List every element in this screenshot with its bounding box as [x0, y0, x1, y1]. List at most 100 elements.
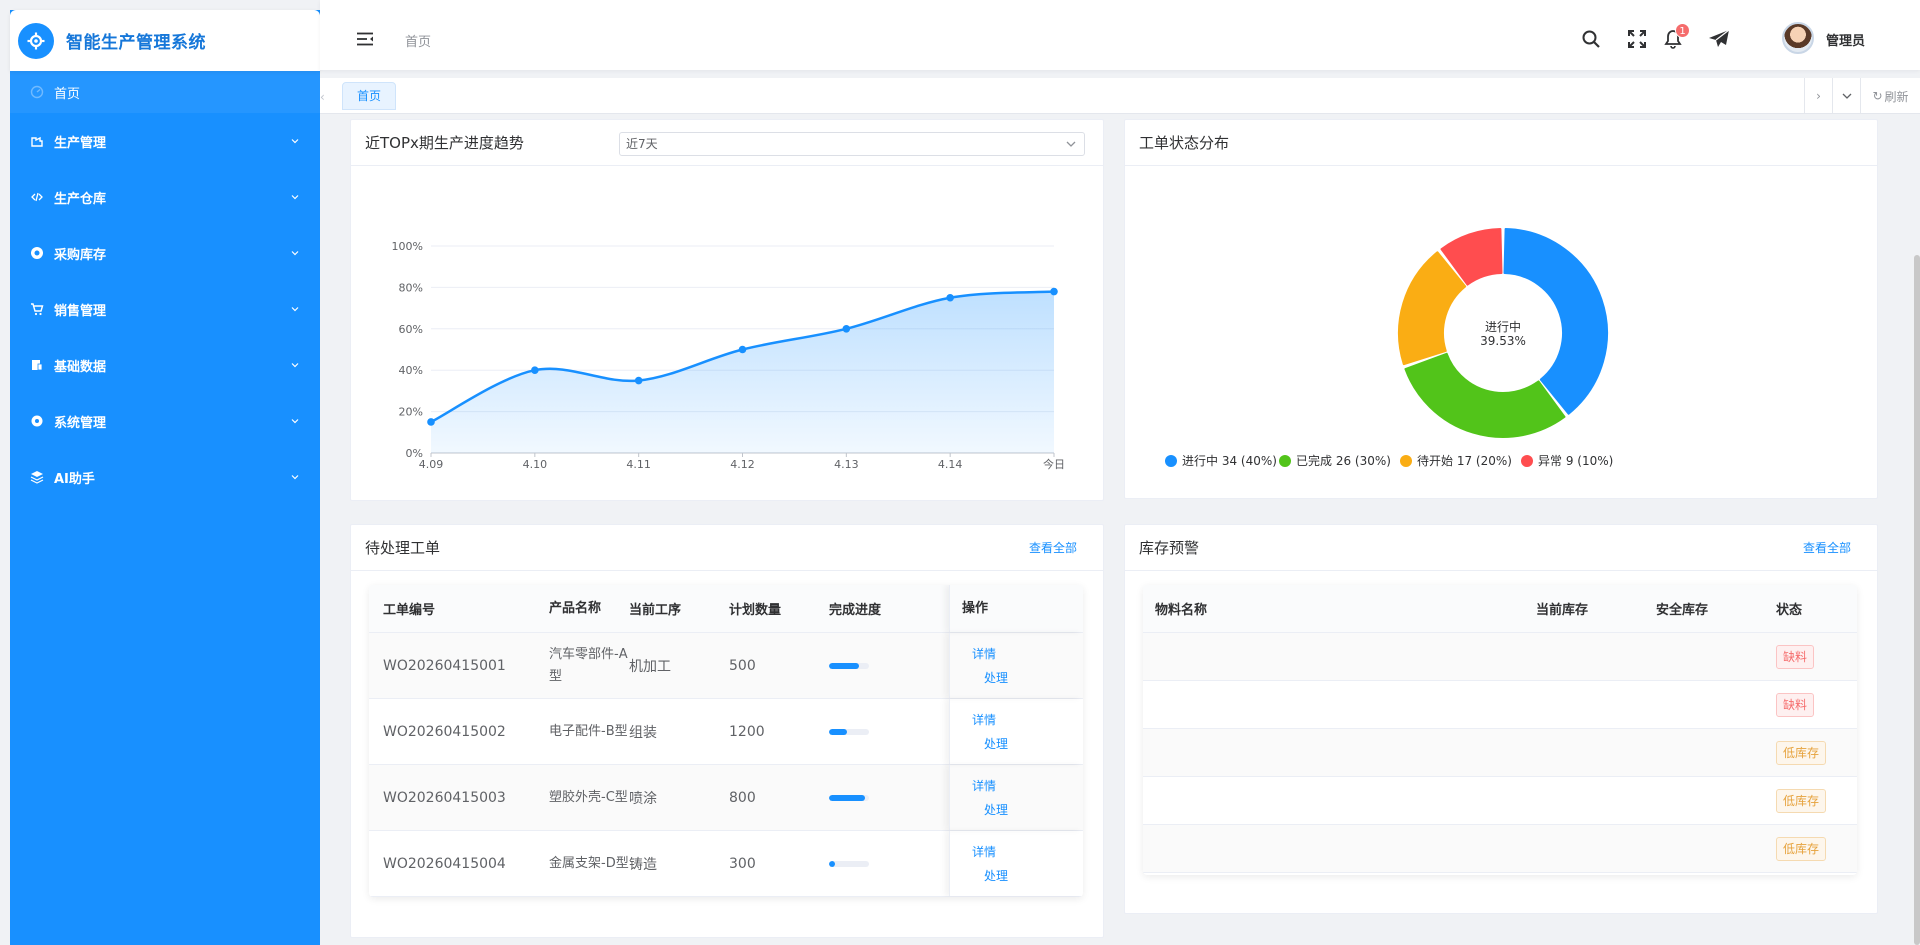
progress-bar	[829, 794, 869, 801]
trend-chart: 0%20%40%60%80%100%4.09 4.10 4.11 4.12 4.13 4.…	[392, 240, 1065, 471]
detail-link[interactable]: 详情	[972, 642, 1083, 666]
chevron-down-icon	[290, 192, 300, 202]
tab-scroll-left-icon[interactable]: ‹	[320, 90, 325, 104]
bell-icon[interactable]: 1	[1662, 23, 1690, 50]
dashboard-icon	[30, 85, 44, 99]
donut-center-value: 39.53%	[1480, 334, 1526, 348]
data-point[interactable]	[842, 325, 851, 333]
tab-bar: ‹ 首页 › ↻ 刷新	[320, 78, 1920, 114]
sidebar-item-ai[interactable]: AI助手	[10, 449, 320, 505]
detail-link[interactable]: 详情	[972, 774, 1083, 798]
legend-item[interactable]: 已完成 26 (30%)	[1279, 453, 1391, 468]
data-point[interactable]	[634, 376, 643, 385]
sidebar-item-system[interactable]: 系统管理	[10, 393, 320, 449]
refresh-button[interactable]: ↻ 刷新	[1860, 78, 1920, 114]
progress-fill	[829, 662, 859, 669]
sidebar-item-label: 系统管理	[54, 415, 107, 431]
product-name: 汽车零部件-A型	[549, 646, 628, 684]
sidebar-item-basedata[interactable]: 基础数据	[10, 337, 320, 393]
sidebar-item-warehouse[interactable]: 生产仓库	[10, 169, 320, 225]
search-icon[interactable]	[1580, 28, 1602, 50]
column-header[interactable]: 操作	[949, 585, 1083, 632]
column-header[interactable]: 完成进度	[829, 599, 949, 618]
breadcrumb[interactable]: 首页	[405, 31, 431, 50]
chevron-down-icon	[290, 360, 300, 370]
send-icon[interactable]	[1708, 28, 1730, 50]
fullscreen-icon[interactable]	[1626, 28, 1648, 50]
data-point[interactable]	[427, 418, 435, 426]
chrome-icon	[30, 246, 44, 260]
legend-swatch	[1165, 455, 1177, 467]
progress-bar	[829, 860, 869, 867]
table-row: WO20260415004 金属支架-D型 铸造 300 详情 处理	[369, 831, 1083, 897]
product-name: 金属支架-D型	[549, 855, 629, 871]
data-point[interactable]	[1050, 287, 1058, 296]
factory-icon	[30, 134, 44, 148]
trend-card: 近TOPx期生产进度趋势 近7天 0% 20% 40% 60% 80% 100% 4.09 4…	[350, 119, 1104, 501]
chevron-down-icon	[290, 304, 300, 314]
progress-fill	[829, 794, 865, 801]
table-header: 工单编号 产品名称 当前工序 计划数量 完成进度 操作	[369, 585, 1083, 633]
avatar[interactable]	[1782, 22, 1814, 54]
robot-icon	[30, 470, 44, 484]
tab-dropdown-icon[interactable]	[1832, 78, 1860, 114]
pie-slice[interactable]	[1404, 352, 1566, 438]
sidebar: 智能生产管理系统 首页 生产管理 生产仓库 采购库存 销售管理 基础数据 系统管…	[10, 10, 320, 945]
detail-link[interactable]: 详情	[972, 840, 1083, 864]
legend-label: 进行中 34 (40%)	[1182, 453, 1277, 468]
current-process: 铸造	[629, 856, 657, 873]
page-scrollbar[interactable]	[1914, 255, 1920, 945]
legend-label: 异常 9 (10%)	[1538, 454, 1613, 468]
handle-link[interactable]: 处理	[972, 798, 1083, 822]
sidebar-item-purchase[interactable]: 采购库存	[10, 225, 320, 281]
handle-link[interactable]: 处理	[972, 864, 1083, 888]
logo-bar: 智能生产管理系统	[10, 10, 320, 71]
column-header[interactable]: 状态	[1776, 599, 1856, 618]
range-select[interactable]: 近7天	[619, 132, 1085, 156]
column-header[interactable]: 工单编号	[369, 599, 549, 618]
column-header[interactable]: 当前库存	[1536, 599, 1656, 618]
legend-swatch	[1521, 455, 1533, 467]
handle-link[interactable]: 处理	[972, 666, 1083, 690]
handle-link[interactable]: 处理	[972, 732, 1083, 756]
username[interactable]: 管理员	[1826, 30, 1865, 49]
sidebar-item-sales[interactable]: 销售管理	[10, 281, 320, 337]
legend-item[interactable]: 待开始 17 (20%)	[1400, 454, 1512, 468]
legend-item[interactable]: 异常 9 (10%)	[1521, 454, 1613, 468]
tab-home[interactable]: 首页	[342, 82, 397, 110]
table-header: 物料名称 当前库存 安全库存 状态	[1143, 585, 1857, 633]
sidebar-item-home[interactable]: 首页	[10, 71, 320, 113]
menu-collapse-icon[interactable]	[356, 31, 374, 46]
status-chart: 进行中39.53% 进行中 34 (40%) 已完成 26 (30%) 待开始 17 …	[1165, 228, 1613, 468]
pending-card-header: 待处理工单 查看全部	[351, 525, 1103, 571]
trend-card-title: 近TOPx期生产进度趋势	[365, 134, 524, 152]
data-point[interactable]	[738, 345, 747, 354]
data-point[interactable]	[946, 293, 954, 302]
inventory-view-all-link[interactable]: 查看全部	[1803, 539, 1851, 556]
sidebar-item-label: 生产管理	[54, 135, 107, 151]
tab-scroll-right-icon[interactable]: ›	[1804, 78, 1832, 114]
column-header[interactable]: 计划数量	[729, 599, 829, 618]
pending-view-all-link[interactable]: 查看全部	[1029, 539, 1077, 556]
legend-swatch	[1279, 455, 1291, 467]
chevron-down-icon	[290, 136, 300, 146]
pending-table: 工单编号 产品名称 当前工序 计划数量 完成进度 操作 WO2026041500…	[369, 585, 1083, 897]
status-badge: 低库存	[1776, 788, 1827, 813]
legend-item[interactable]: 进行中 34 (40%)	[1165, 453, 1277, 468]
x-tick-label: 今日	[1043, 457, 1065, 471]
chevron-down-icon	[290, 416, 300, 426]
range-select-value: 近7天	[626, 137, 658, 151]
column-header[interactable]: 当前工序	[629, 599, 729, 618]
inventory-card-header: 库存预警 查看全部	[1125, 525, 1877, 571]
chevron-down-icon	[290, 248, 300, 258]
refresh-label: 刷新	[1884, 89, 1909, 104]
sidebar-item-production[interactable]: 生产管理	[10, 113, 320, 169]
column-header[interactable]: 产品名称	[549, 598, 629, 620]
detail-link[interactable]: 详情	[972, 708, 1083, 732]
actions-cell: 详情 处理	[949, 765, 1083, 830]
data-point[interactable]	[531, 366, 539, 374]
sidebar-item-label: 基础数据	[54, 359, 107, 375]
column-header[interactable]: 安全库存	[1656, 599, 1776, 618]
column-header[interactable]: 物料名称	[1143, 599, 1536, 618]
work-order-id: WO20260415003	[383, 789, 506, 806]
